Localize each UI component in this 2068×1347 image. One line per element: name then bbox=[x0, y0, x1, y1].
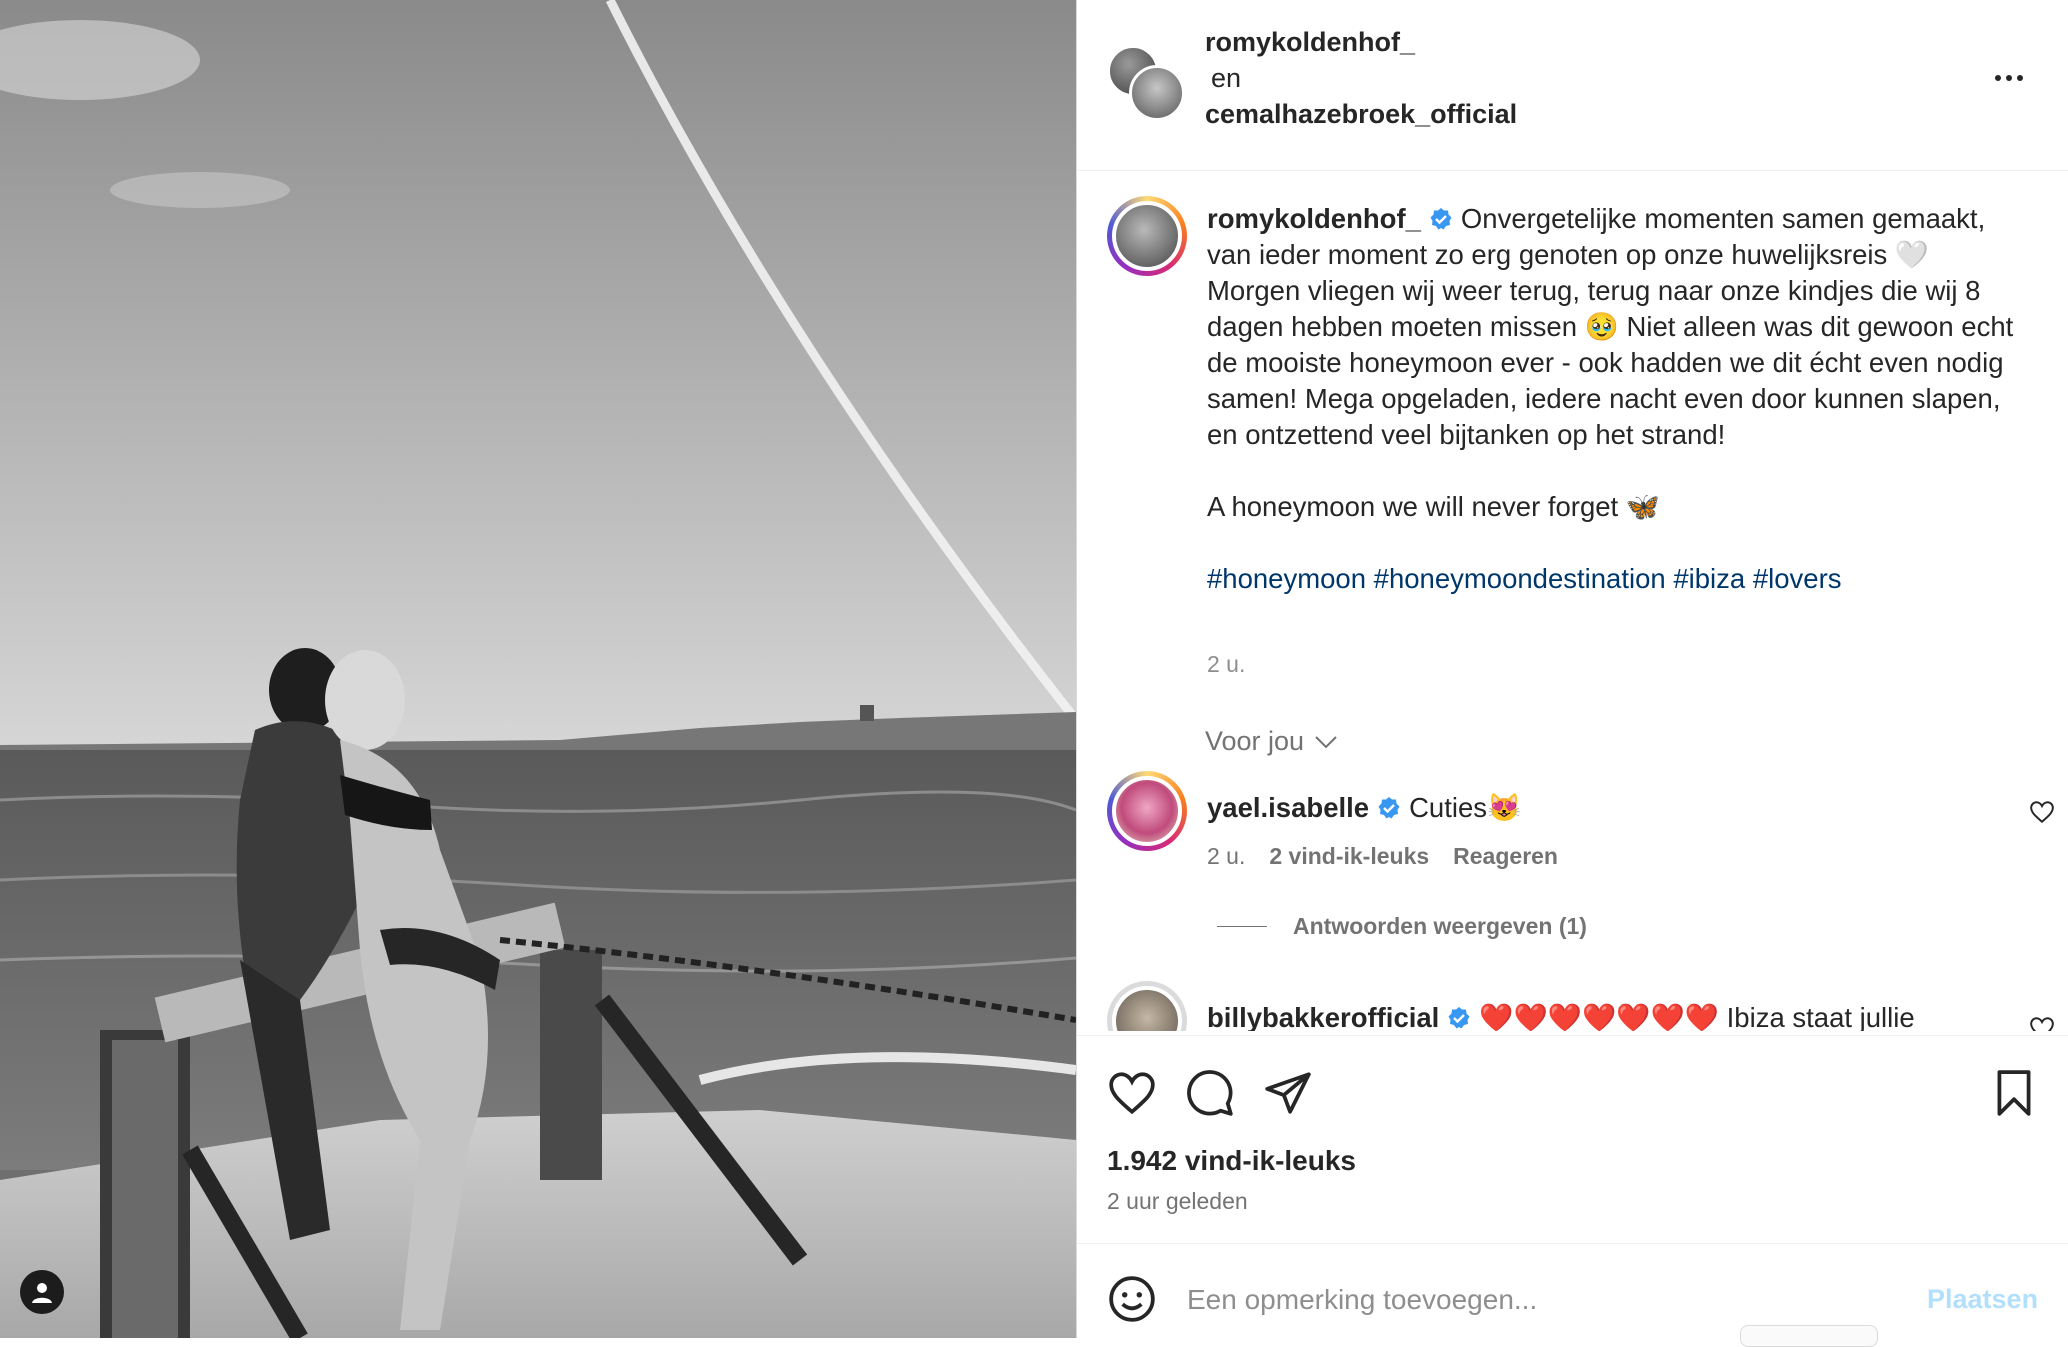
comment-bubble-icon[interactable] bbox=[1185, 1068, 1235, 1118]
avatar bbox=[1129, 65, 1185, 121]
post-side-panel: romykoldenhof_ en cemalhazebroek_officia… bbox=[1076, 0, 2068, 1347]
share-send-icon[interactable] bbox=[1263, 1068, 1313, 1118]
comment-likes[interactable]: 2 vind-ik-leuks bbox=[1269, 843, 1429, 870]
comment-avatar[interactable] bbox=[1107, 981, 1187, 1031]
comment-body: ❤️❤️❤️❤️❤️❤️❤️ Ibiza staat jullie bbox=[1479, 1002, 1915, 1031]
beach-photo bbox=[0, 0, 1076, 1338]
for-you-label: Voor jou bbox=[1205, 726, 1305, 756]
hashtag-link[interactable]: #lovers bbox=[1753, 563, 1842, 594]
chevron-down-icon bbox=[1315, 735, 1337, 748]
tagged-users-button[interactable] bbox=[20, 1270, 64, 1314]
collab-joiner: en bbox=[1211, 63, 1242, 93]
comment-input[interactable] bbox=[1185, 1274, 1889, 1326]
comments-scroll-area[interactable]: romykoldenhof_ Onvergetelijke momenten sa… bbox=[1077, 171, 2068, 1031]
likes-count[interactable]: 1.942 vind-ik-leuks bbox=[1107, 1145, 1356, 1177]
more-horizontal-icon bbox=[1995, 75, 2001, 81]
comment-time[interactable]: 2 u. bbox=[1207, 843, 1245, 870]
post-header: romykoldenhof_ en cemalhazebroek_officia… bbox=[1077, 0, 2068, 171]
post-comment-button[interactable]: Plaatsen bbox=[1927, 1284, 2038, 1315]
comment-like-icon[interactable] bbox=[2029, 799, 2055, 825]
for-you-toggle[interactable]: Voor jou bbox=[1205, 726, 1338, 757]
verified-badge-icon bbox=[1448, 1007, 1470, 1029]
view-replies-button[interactable]: Antwoorden weergeven (1) bbox=[1217, 913, 1587, 940]
comment-item: billybakkerofficial ❤️❤️❤️❤️❤️❤️❤️ Ibiza … bbox=[1077, 981, 2068, 1031]
hashtag-link[interactable]: #honeymoon bbox=[1207, 563, 1366, 594]
caption-timestamp[interactable]: 2 u. bbox=[1207, 651, 1245, 678]
like-heart-icon[interactable] bbox=[1107, 1068, 1157, 1118]
comment-item: yael.isabelle Cuties😻 2 u. 2 vind-ik-leuk… bbox=[1077, 771, 2068, 941]
more-options-button[interactable] bbox=[1987, 62, 2031, 94]
comment-like-icon[interactable] bbox=[2029, 1015, 2055, 1031]
coauthor-username[interactable]: cemalhazebroek_official bbox=[1205, 99, 1517, 130]
collab-avatars[interactable] bbox=[1107, 45, 1185, 121]
author-username[interactable]: romykoldenhof_ bbox=[1205, 27, 1415, 58]
add-comment-bar: Plaatsen bbox=[1077, 1243, 2068, 1339]
verified-badge-icon bbox=[1378, 797, 1400, 819]
caption-line: A honeymoon we will never forget 🦋 bbox=[1207, 491, 1661, 522]
comment-avatar[interactable] bbox=[1107, 771, 1187, 851]
hashtag-link[interactable]: #honeymoondestination bbox=[1374, 563, 1666, 594]
action-bar bbox=[1077, 1035, 2068, 1136]
caption-text: Onvergetelijke momenten samen gemaakt, v… bbox=[1207, 203, 2014, 450]
comment-username[interactable]: yael.isabelle bbox=[1207, 792, 1369, 823]
comment-text: yael.isabelle Cuties😻 bbox=[1207, 791, 1521, 824]
post-timestamp[interactable]: 2 uur geleden bbox=[1107, 1188, 1248, 1215]
comment-body: Cuties😻 bbox=[1409, 792, 1522, 823]
scrollbar-thumb[interactable] bbox=[1740, 1325, 1878, 1347]
view-replies-label: Antwoorden weergeven (1) bbox=[1293, 913, 1587, 939]
caption-username[interactable]: romykoldenhof_ bbox=[1207, 203, 1421, 234]
comment-text: billybakkerofficial ❤️❤️❤️❤️❤️❤️❤️ Ibiza … bbox=[1207, 1001, 1915, 1031]
instagram-post: romykoldenhof_ en cemalhazebroek_officia… bbox=[0, 0, 2068, 1347]
hashtags: #honeymoon #honeymoondestination #ibiza … bbox=[1207, 561, 2027, 597]
bookmark-icon[interactable] bbox=[1989, 1068, 2039, 1118]
comment-username[interactable]: billybakkerofficial bbox=[1207, 1002, 1439, 1031]
verified-badge-icon bbox=[1430, 208, 1452, 230]
caption: romykoldenhof_ Onvergetelijke momenten sa… bbox=[1207, 201, 2027, 597]
emoji-icon[interactable] bbox=[1107, 1274, 1157, 1324]
post-photo[interactable] bbox=[0, 0, 1076, 1338]
hashtag-link[interactable]: #ibiza bbox=[1673, 563, 1745, 594]
caption-avatar[interactable] bbox=[1107, 196, 1187, 276]
reply-button[interactable]: Reageren bbox=[1453, 843, 1558, 870]
user-tag-icon bbox=[32, 1283, 52, 1303]
comment-meta: 2 u. 2 vind-ik-leuks Reageren bbox=[1207, 843, 1558, 870]
